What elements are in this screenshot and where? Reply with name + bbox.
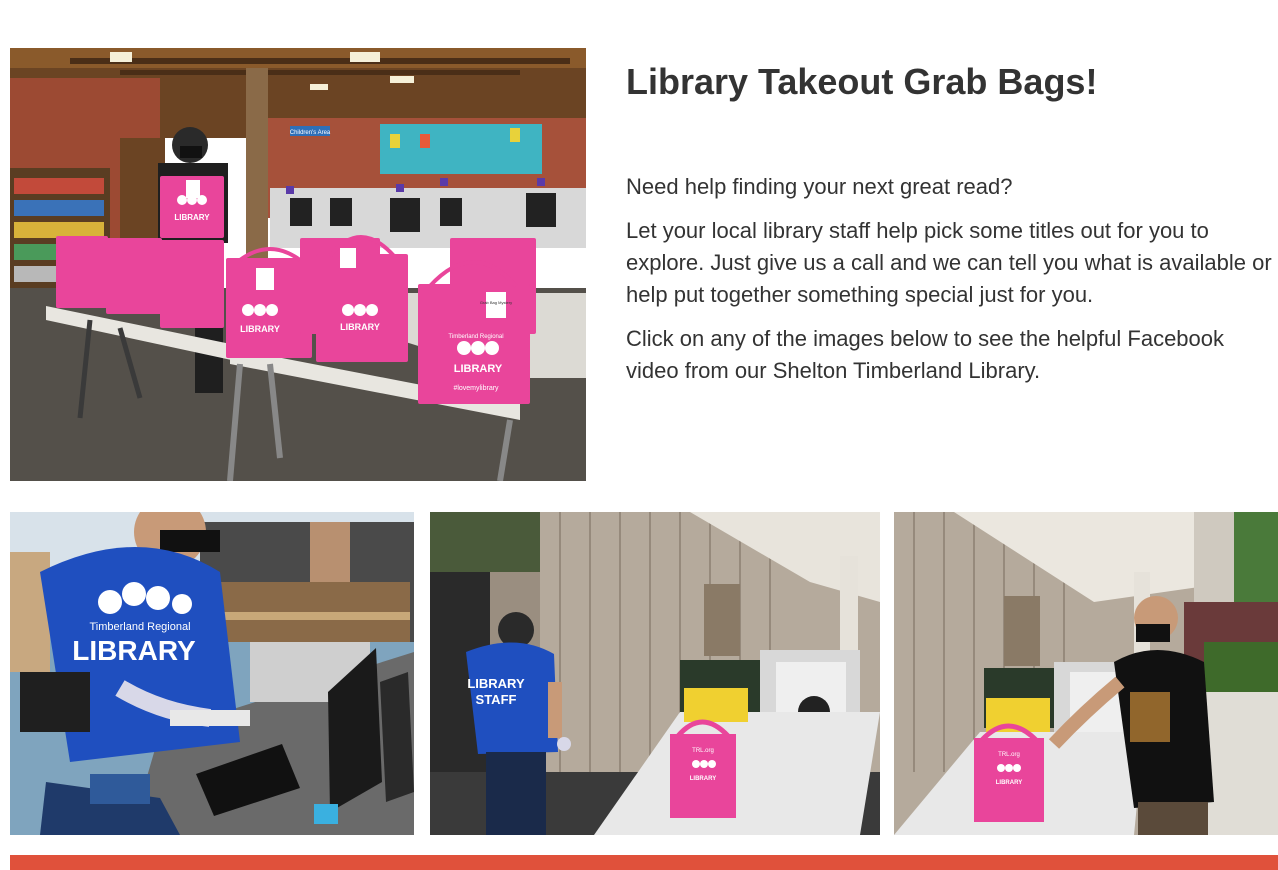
footer-accent-bar [10,855,1278,870]
hero-signage-text: Children's Area [290,130,331,136]
video-thumbnail-staff-walking[interactable]: TRL.org LIBRARY LIBRARY STAFF [430,512,880,835]
video-thumbnail-1-illustration: Timberland Regional LIBRARY [10,512,414,835]
svg-text:LIBRARY: LIBRARY [174,213,210,222]
video-1-shirt-org-text: Timberland Regional [89,621,190,633]
description-paragraph: Let your local library staff help pick s… [626,218,1272,307]
svg-text:LIBRARY: LIBRARY [340,322,380,332]
video-2-shirt-library-text: LIBRARY [467,676,525,691]
video-thumbnail-patron-pickup[interactable]: TRL.org LIBRARY [894,512,1278,835]
page-title: Library Takeout Grab Bags! [626,61,1098,102]
video-2-shirt-staff-text: STAFF [476,692,517,707]
intro-paragraph: Need help finding your next great read? [626,174,1013,199]
video-2-bag-org-text: TRL.org [692,748,714,754]
hero-photo-illustration: Children's Area LIBRARY LIBRARY LIBRARY … [10,48,586,481]
video-thumbnail-3-illustration: TRL.org LIBRARY [894,512,1278,835]
video-3-bag-library-text: LIBRARY [996,780,1022,786]
video-3-bag-org-text: TRL.org [998,752,1020,758]
hero-tag-text: Grab Bag Mystery [480,300,512,305]
hero-bag-org-text: Timberland Regional [448,334,503,340]
hero-bag-library-text: LIBRARY [240,324,280,334]
hero-bag-hashtag-text: #lovemylibrary [453,385,499,392]
video-1-shirt-library-text: LIBRARY [72,635,196,666]
video-thumbnail-staff-at-desk[interactable]: Timberland Regional LIBRARY [10,512,414,835]
article-content: Library Takeout Grab Bags! Need help fin… [626,60,1274,387]
svg-text:LIBRARY: LIBRARY [454,363,503,375]
video-instruction-paragraph: Click on any of the images below to see … [626,326,1225,383]
hero-photo-grab-bags[interactable]: Children's Area LIBRARY LIBRARY LIBRARY … [10,48,586,481]
video-2-bag-library-text: LIBRARY [690,776,716,782]
video-thumbnail-2-illustration: TRL.org LIBRARY LIBRARY STAFF [430,512,880,835]
